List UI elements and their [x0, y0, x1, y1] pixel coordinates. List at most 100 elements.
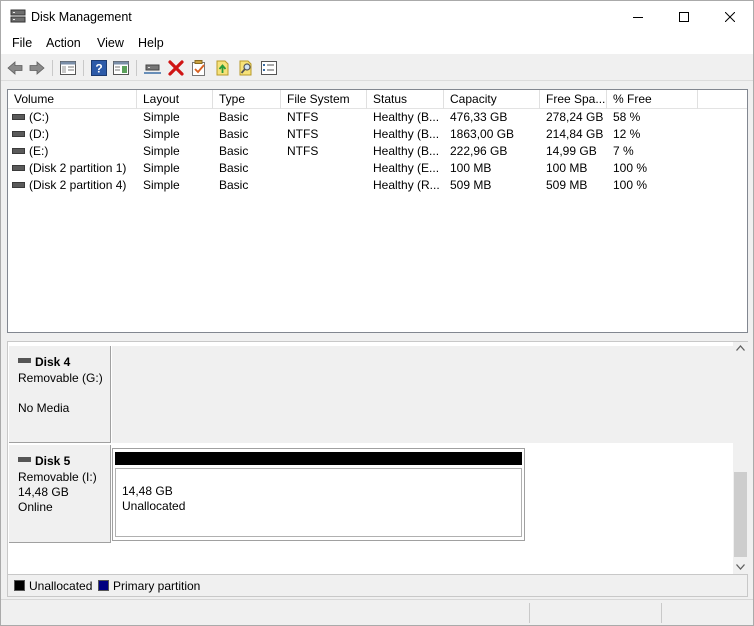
volume-layout: Simple — [143, 161, 180, 175]
toolbar-separator — [136, 60, 137, 76]
status-pane — [661, 603, 753, 623]
volume-capacity: 1863,00 GB — [450, 127, 515, 141]
volume-status: Healthy (B... — [373, 144, 440, 158]
scroll-down-icon[interactable] — [736, 564, 745, 570]
scrollbar-thumb[interactable] — [734, 472, 747, 557]
volume-status: Healthy (E... — [373, 161, 440, 175]
maximize-button[interactable] — [661, 1, 707, 32]
disk-icon — [18, 358, 31, 364]
help-icon[interactable]: ? — [90, 59, 108, 77]
delete-icon[interactable] — [167, 59, 185, 77]
volume-name: (D:) — [29, 127, 49, 141]
disk-size: 14,48 GB — [18, 485, 69, 499]
disk-4-label[interactable]: Disk 4 Removable (G:) No Media — [9, 346, 111, 443]
close-icon — [725, 11, 735, 22]
column-header-type[interactable]: Type — [213, 90, 281, 109]
disk-state: No Media — [18, 401, 70, 415]
disk-map: Disk 4 Removable (G:) No Media Disk 5 Re… — [7, 341, 748, 575]
volume-list-header: Volume Layout Type File System Status Ca… — [8, 90, 747, 109]
menu-view[interactable]: View — [97, 36, 124, 50]
disk-management-app-icon — [10, 9, 26, 23]
volume-row[interactable]: (Disk 2 partition 1) Simple Basic Health… — [8, 160, 747, 177]
back-icon[interactable] — [6, 59, 24, 77]
disk-5-label[interactable]: Disk 5 Removable (I:) 14,48 GB Online — [9, 445, 111, 543]
status-bar — [1, 599, 753, 625]
toolbar-separator — [52, 60, 53, 76]
show-hide-icon[interactable] — [112, 59, 130, 77]
volume-type: Basic — [219, 161, 249, 175]
volume-free-space: 14,99 GB — [546, 144, 597, 158]
legend-label-unallocated: Unallocated — [29, 579, 93, 593]
volume-icon — [12, 181, 25, 188]
forward-icon[interactable] — [28, 59, 46, 77]
console-tree-icon[interactable] — [59, 59, 77, 77]
legend-swatch-primary-partition — [98, 580, 109, 591]
volume-name: (C:) — [29, 110, 49, 124]
volume-status: Healthy (B... — [373, 127, 440, 141]
volume-icon — [12, 113, 25, 120]
volume-layout: Simple — [143, 110, 180, 124]
scroll-up-icon[interactable] — [736, 345, 745, 351]
disk-state: Online — [18, 500, 53, 514]
volume-layout: Simple — [143, 144, 180, 158]
column-header-volume[interactable]: Volume — [8, 90, 137, 109]
partition-size: 14,48 GB — [122, 484, 173, 498]
unallocated-partition[interactable]: 14,48 GB Unallocated — [112, 448, 525, 541]
volume-list: Volume Layout Type File System Status Ca… — [7, 89, 748, 333]
menu-help[interactable]: Help — [138, 36, 164, 50]
volume-name: (Disk 2 partition 1) — [29, 161, 127, 175]
svg-text:?: ? — [95, 62, 102, 76]
disk-icon — [18, 457, 31, 463]
properties-icon[interactable] — [190, 59, 208, 77]
volume-percent-free: 12 % — [613, 127, 641, 141]
column-header-capacity[interactable]: Capacity — [444, 90, 540, 109]
volume-icon — [12, 147, 25, 154]
toolbar-separator — [83, 60, 84, 76]
disk-name: Disk 5 — [35, 454, 71, 468]
legend: Unallocated Primary partition — [7, 575, 748, 597]
volume-capacity: 476,33 GB — [450, 110, 508, 124]
volume-row[interactable]: (C:) Simple Basic NTFS Healthy (B... 476… — [8, 109, 747, 126]
disk-map-scrollbar[interactable] — [733, 342, 748, 574]
title-bar: Disk Management — [1, 1, 753, 32]
column-header-layout[interactable]: Layout — [137, 90, 213, 109]
column-header-status[interactable]: Status — [367, 90, 444, 109]
volume-icon — [12, 164, 25, 171]
export-icon[interactable] — [214, 59, 232, 77]
maximize-icon — [679, 11, 689, 22]
volume-row[interactable]: (E:) Simple Basic NTFS Healthy (B... 222… — [8, 143, 747, 160]
close-button[interactable] — [707, 1, 753, 32]
disk-name: Disk 4 — [35, 355, 71, 369]
volume-layout: Simple — [143, 178, 180, 192]
menu-file[interactable]: File — [12, 36, 32, 50]
volume-percent-free: 100 % — [613, 178, 648, 192]
find-icon[interactable] — [237, 59, 255, 77]
volume-name: (Disk 2 partition 4) — [29, 178, 127, 192]
volume-status: Healthy (R... — [373, 178, 440, 192]
window-title: Disk Management — [31, 10, 132, 24]
partition-body: 14,48 GB Unallocated — [115, 468, 522, 537]
minimize-button[interactable] — [615, 1, 661, 32]
column-header-free-space[interactable]: Free Spa... — [540, 90, 607, 109]
volume-free-space: 100 MB — [546, 161, 588, 175]
volume-status: Healthy (B... — [373, 110, 440, 124]
volume-percent-free: 58 % — [613, 110, 641, 124]
connect-icon[interactable] — [144, 59, 162, 77]
volume-type: Basic — [219, 110, 249, 124]
column-header-percent-free[interactable]: % Free — [607, 90, 698, 109]
volume-file-system: NTFS — [287, 144, 319, 158]
volume-row[interactable]: (D:) Simple Basic NTFS Healthy (B... 186… — [8, 126, 747, 143]
settings-icon[interactable] — [260, 59, 278, 77]
legend-swatch-unallocated — [14, 580, 25, 591]
disk-management-window: Disk Management File Action View Help ? — [0, 0, 754, 626]
volume-type: Basic — [219, 178, 249, 192]
partition-label: Unallocated — [122, 499, 186, 513]
minimize-icon — [633, 16, 643, 18]
column-header-file-system[interactable]: File System — [281, 90, 367, 109]
volume-type: Basic — [219, 127, 249, 141]
legend-label-primary-partition: Primary partition — [113, 579, 201, 593]
volume-row[interactable]: (Disk 2 partition 4) Simple Basic Health… — [8, 177, 747, 194]
menu-action[interactable]: Action — [46, 36, 81, 50]
volume-type: Basic — [219, 144, 249, 158]
volume-file-system: NTFS — [287, 127, 319, 141]
